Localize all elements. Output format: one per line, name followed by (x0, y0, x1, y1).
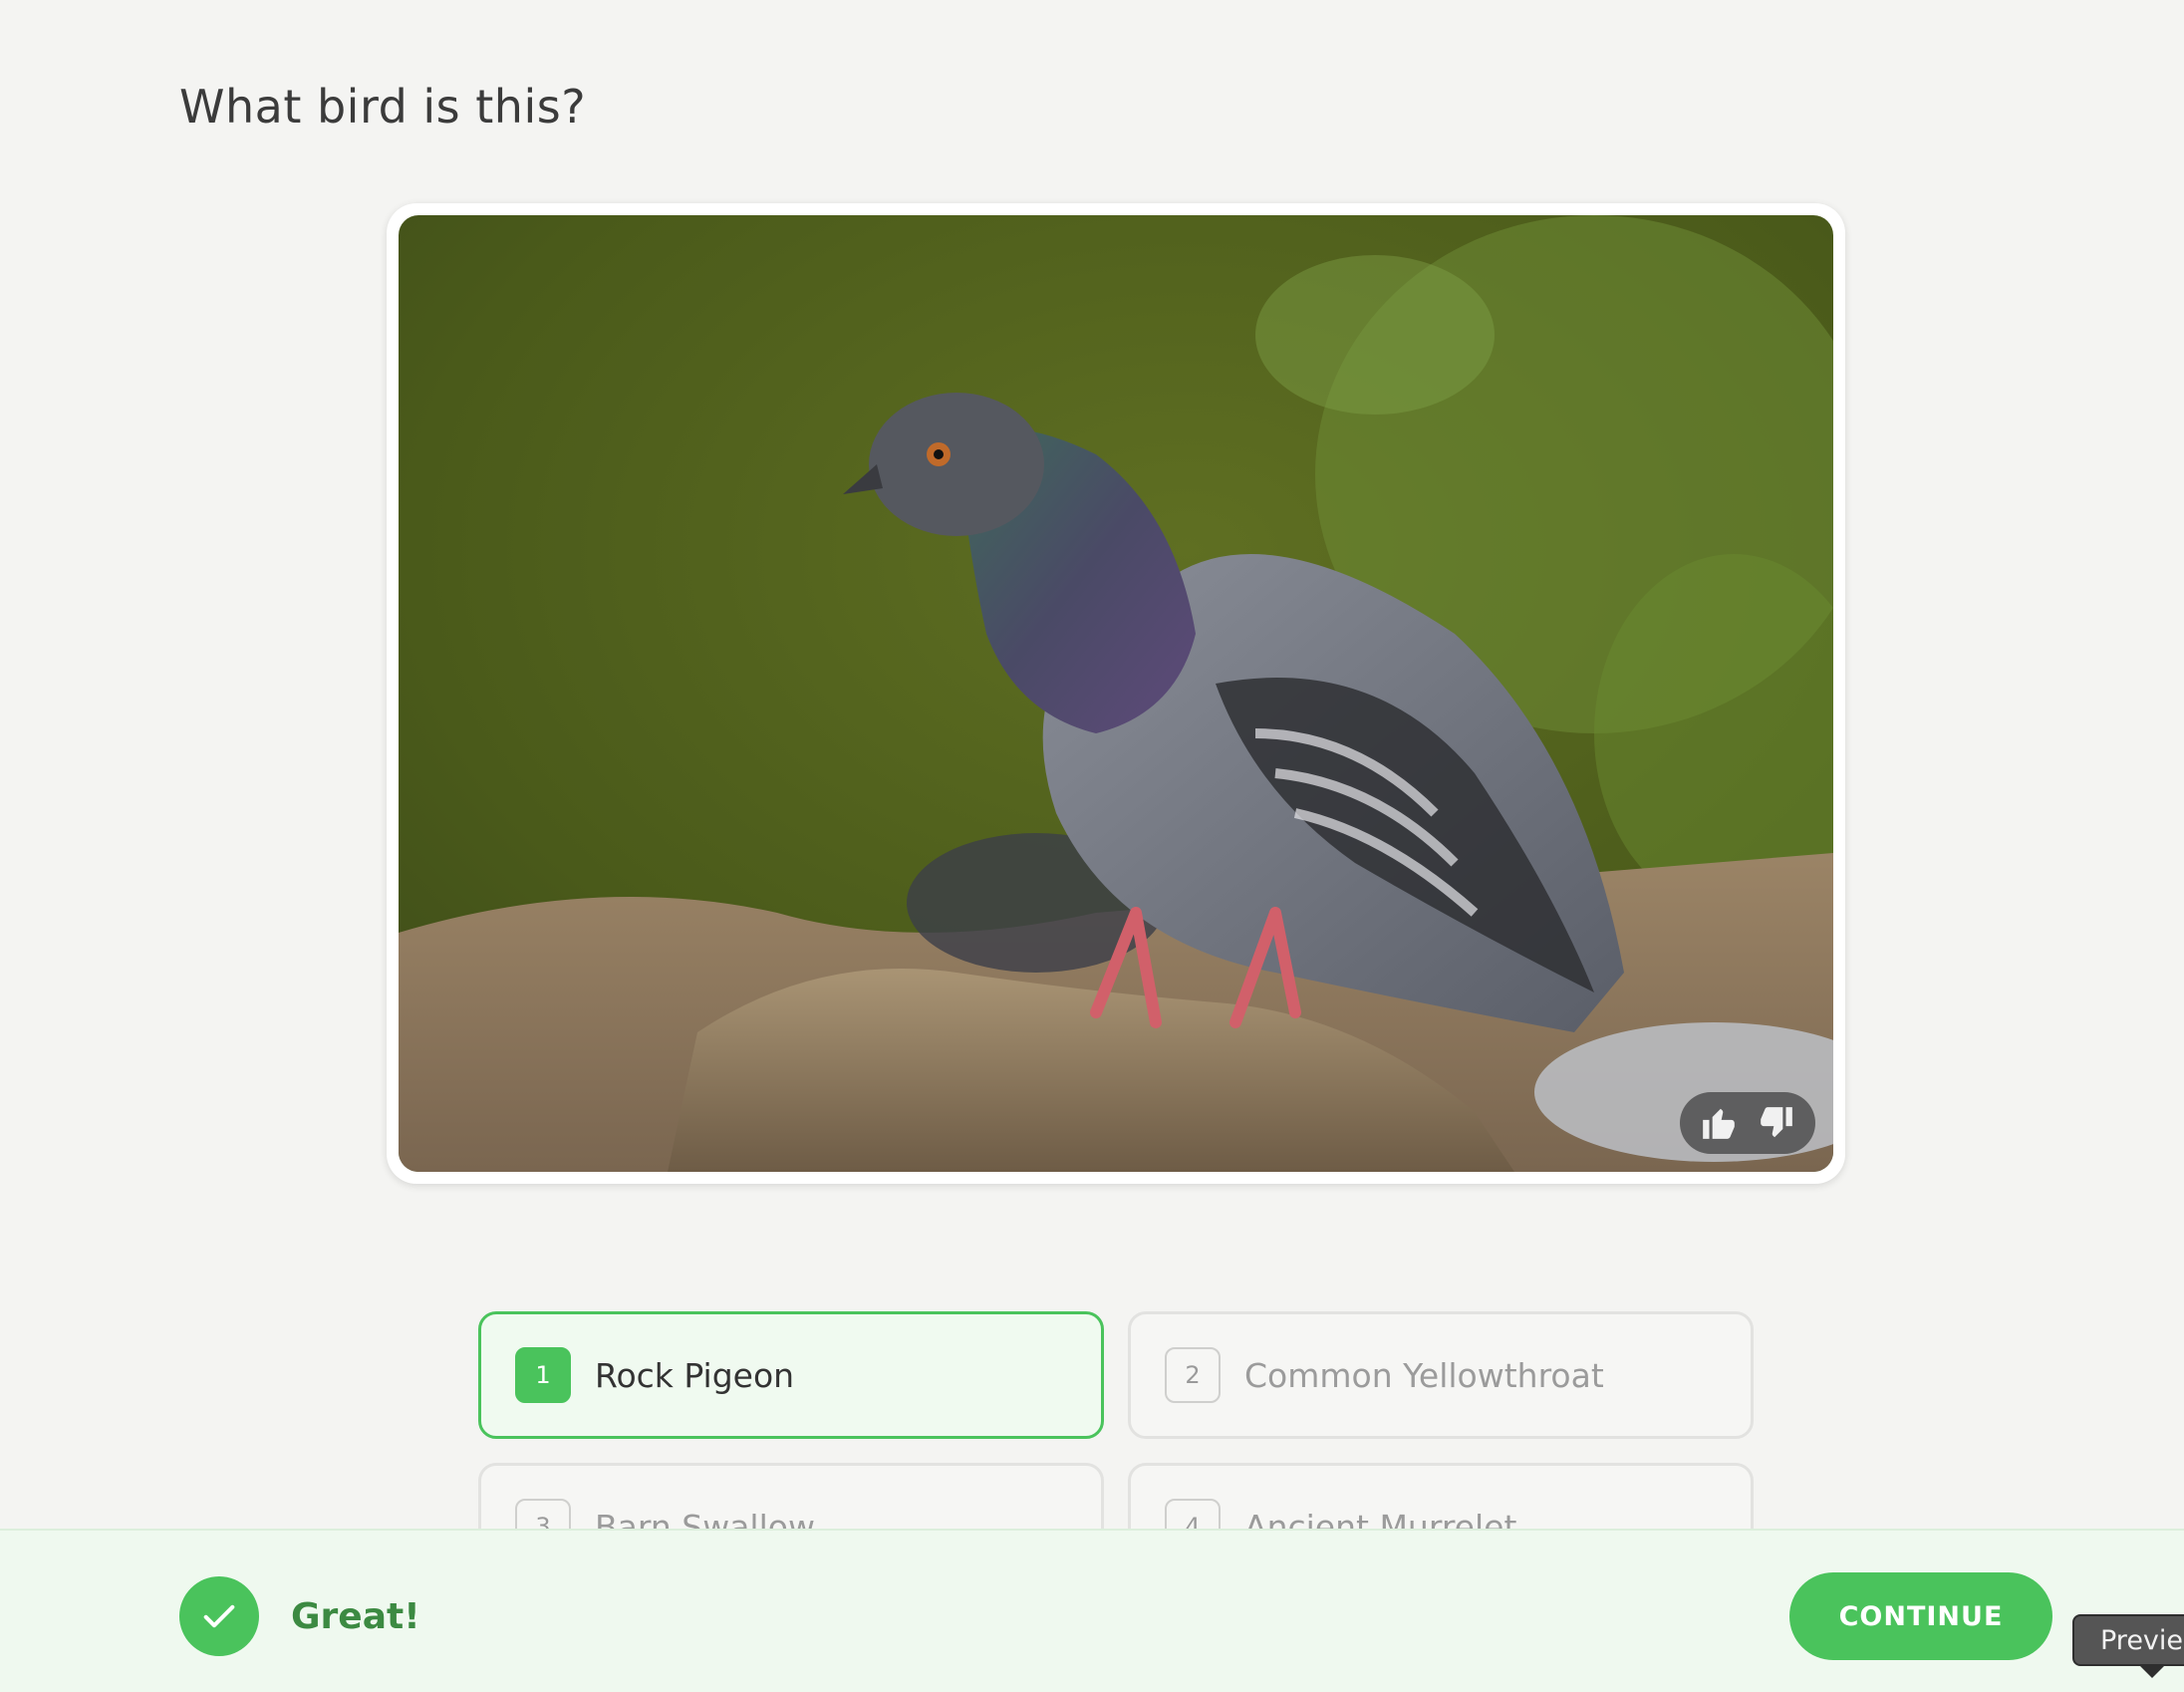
preview-tooltip: Preview (2072, 1614, 2184, 1666)
tooltip-arrow (2140, 1666, 2164, 1678)
feedback-message: Great! (291, 1596, 420, 1637)
thumbs-down-icon[interactable] (1758, 1104, 1795, 1142)
check-icon (179, 1576, 259, 1656)
bird-photo (399, 215, 1833, 1172)
quiz-page: What bird is this? 1 Rock Pigeon 2 Commo… (0, 0, 2184, 1692)
pigeon-image (399, 215, 1833, 1172)
continue-button[interactable]: CONTINUE (1789, 1572, 2052, 1660)
feedback-bar: Great! CONTINUE Preview (0, 1529, 2184, 1692)
option-number: 1 (515, 1347, 571, 1403)
option-label: Rock Pigeon (595, 1355, 795, 1395)
question-title: What bird is this? (179, 80, 587, 134)
bird-photo-card (387, 203, 1845, 1184)
rating-pill (1680, 1092, 1815, 1154)
option-rock-pigeon[interactable]: 1 Rock Pigeon (478, 1311, 1104, 1439)
option-number: 2 (1165, 1347, 1221, 1403)
thumbs-up-icon[interactable] (1700, 1104, 1738, 1142)
option-label: Common Yellowthroat (1244, 1355, 1604, 1395)
option-common-yellowthroat[interactable]: 2 Common Yellowthroat (1128, 1311, 1754, 1439)
